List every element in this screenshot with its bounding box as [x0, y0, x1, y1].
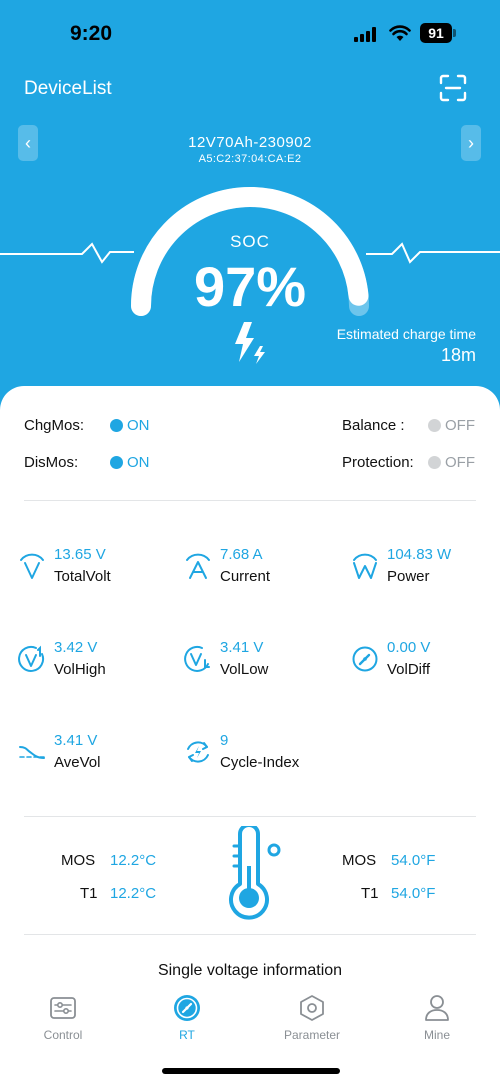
metric-total-volt: 13.65 V TotalVolt	[18, 546, 168, 596]
metric-value: 13.65 V	[54, 546, 106, 563]
metric-name: VolLow	[220, 661, 269, 678]
dis-mos-label: DisMos:	[24, 454, 79, 471]
dis-mos-toggle[interactable]: ON	[110, 454, 150, 471]
protection-label: Protection:	[342, 454, 414, 471]
chg-mos-toggle[interactable]: ON	[110, 417, 150, 434]
control-icon	[50, 997, 76, 1019]
metric-value: 3.42 V	[54, 639, 98, 656]
scan-icon[interactable]	[439, 74, 467, 102]
power-icon	[353, 553, 377, 579]
tab-control[interactable]: Control	[13, 994, 113, 1054]
temp-label: T1	[361, 885, 379, 902]
ave-vol-icon	[19, 746, 45, 759]
dis-mos-state: ON	[127, 454, 150, 471]
metric-name: AveVol	[54, 754, 101, 771]
device-list-link[interactable]: DeviceList	[24, 78, 112, 100]
metric-value: 0.00 V	[387, 639, 431, 656]
tab-label: Control	[43, 1028, 83, 1042]
metric-vol-diff: 0.00 V VolDiff	[351, 639, 500, 689]
temp-label: T1	[80, 885, 98, 902]
balance-status: OFF	[428, 417, 475, 434]
battery-level: 91	[420, 23, 452, 43]
metric-value: 3.41 V	[220, 639, 264, 656]
metric-name: Cycle-Index	[220, 754, 300, 771]
metric-name: Current	[220, 568, 271, 585]
temp-value: 54.0°F	[391, 885, 436, 902]
metric-name: Power	[387, 568, 430, 585]
metric-value: 7.68 A	[220, 546, 263, 563]
cycle-index-icon	[187, 741, 209, 763]
balance-label: Balance :	[342, 417, 405, 434]
chg-mos-label: ChgMos:	[24, 417, 85, 434]
chg-mos-state: ON	[127, 417, 150, 434]
metric-value: 3.41 V	[54, 732, 98, 749]
wifi-icon	[389, 25, 411, 41]
metric-name: TotalVolt	[54, 568, 111, 585]
tab-label: Mine	[423, 1028, 450, 1042]
vol-low-icon	[184, 645, 210, 672]
metric-name: VolDiff	[387, 661, 431, 678]
temp-value: 54.0°F	[391, 852, 436, 869]
single-voltage-title: Single voltage information	[157, 962, 343, 979]
total-volt-icon	[20, 553, 44, 579]
tab-parameter[interactable]: Parameter	[262, 994, 362, 1054]
vol-diff-icon	[352, 646, 378, 672]
tab-rt[interactable]: RT	[137, 994, 237, 1054]
status-time: 9:20	[70, 22, 113, 45]
device-mac: A5:C2:37:04:CA:E2	[198, 153, 302, 165]
rt-gauge-icon	[174, 995, 200, 1021]
divider	[24, 500, 476, 501]
parameter-hex-icon	[300, 995, 324, 1021]
temp-label: MOS	[342, 852, 377, 869]
tab-mine[interactable]: Mine	[387, 994, 487, 1054]
balance-state: OFF	[445, 417, 475, 434]
metric-name: VolHigh	[54, 661, 106, 678]
status-dot-icon	[110, 419, 123, 432]
charging-bolt-icon	[235, 322, 265, 364]
temp-value: 12.2°C	[110, 885, 157, 902]
metric-value: 104.83 W	[387, 546, 452, 563]
estimated-time-label: Estimated charge time	[336, 326, 476, 342]
metric-cycle-index: 9 Cycle-Index	[184, 732, 334, 782]
soc-label: SOC	[230, 232, 270, 251]
status-dot-icon	[428, 456, 441, 469]
status-bar: 9:20 91	[0, 0, 500, 68]
user-icon	[425, 995, 449, 1021]
metric-power: 104.83 W Power	[351, 546, 500, 596]
divider	[24, 816, 476, 817]
soc-value: 97%	[193, 255, 307, 318]
current-icon	[186, 553, 210, 579]
tab-label: RT	[179, 1028, 195, 1042]
metric-value: 9	[220, 732, 229, 749]
metric-current: 7.68 A Current	[184, 546, 334, 596]
metric-ave-vol: 3.41 V AveVol	[18, 732, 168, 782]
thermometer-icon	[229, 826, 281, 920]
temp-value: 12.2°C	[110, 852, 157, 869]
metric-vol-high: 3.42 V VolHigh	[18, 639, 168, 689]
protection-status: OFF	[428, 454, 475, 471]
device-name: 12V70Ah-230902	[188, 134, 312, 151]
protection-state: OFF	[445, 454, 475, 471]
home-indicator	[162, 1068, 340, 1074]
status-dot-icon	[110, 456, 123, 469]
metric-vol-low: 3.41 V VolLow	[184, 639, 334, 689]
vol-high-icon	[18, 645, 45, 672]
status-dot-icon	[428, 419, 441, 432]
divider	[24, 934, 476, 935]
tab-label: Parameter	[283, 1028, 341, 1042]
battery-icon: 91	[420, 23, 456, 44]
cellular-signal-icon	[354, 26, 380, 42]
temp-label: MOS	[61, 852, 96, 869]
estimated-time-value: 18m	[440, 345, 476, 365]
